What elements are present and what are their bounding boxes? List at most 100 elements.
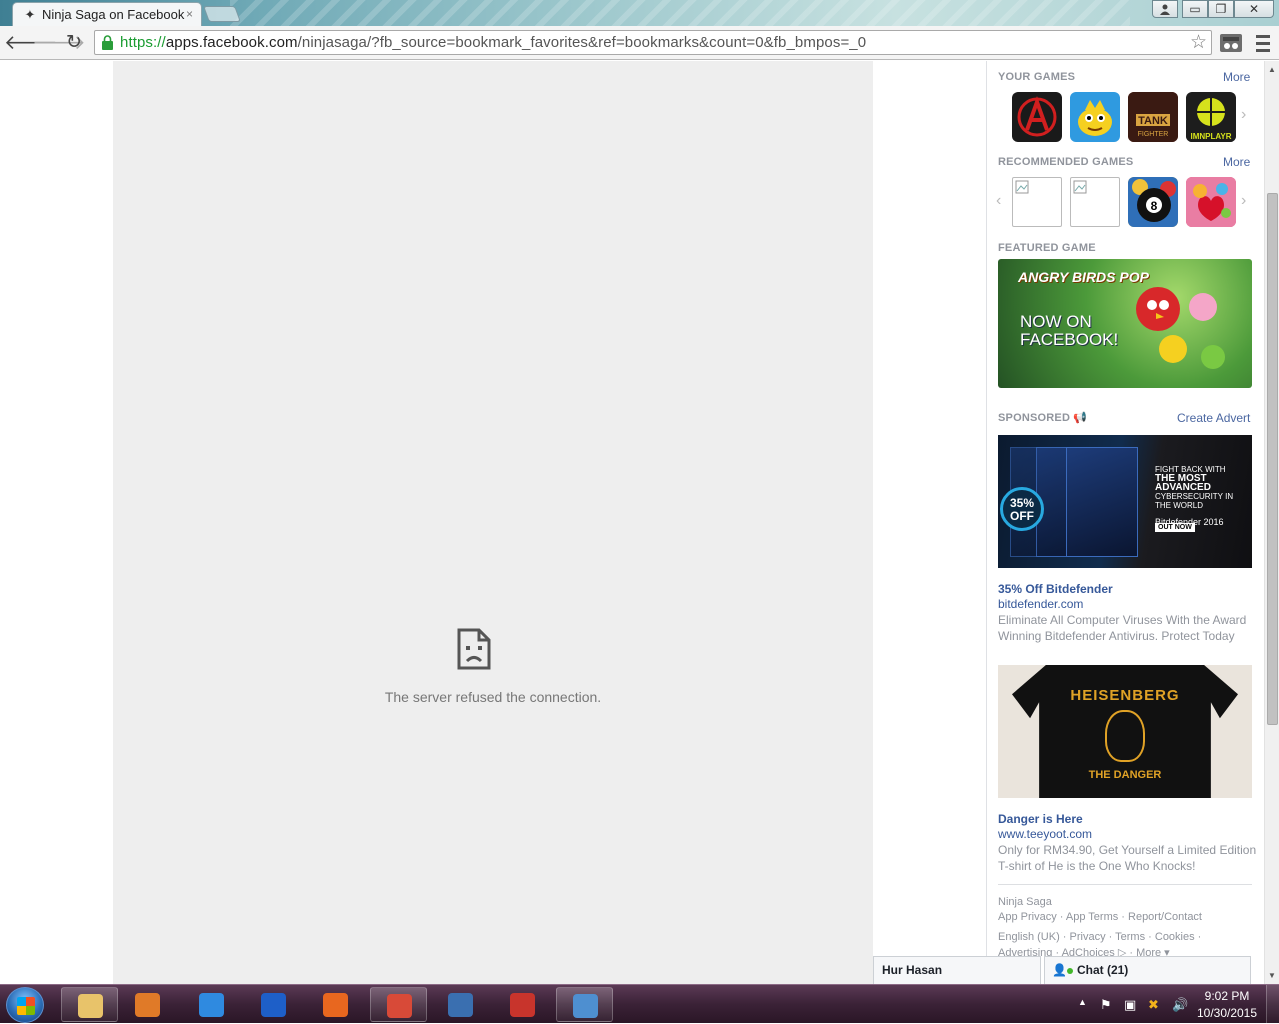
featured-game-banner[interactable]: ANGRY BIRDS POP NOW ON FACEBOOK! [998,259,1252,388]
angry-birds-icon [1136,287,1225,369]
tank-fighter-icon: TANK FIGHTER [1128,92,1178,142]
bookmark-star-icon[interactable]: ☆ [1190,31,1207,54]
taskbar-app-button[interactable] [183,987,240,1022]
footer-app-name[interactable]: Ninja Saga [998,896,1052,908]
chevron-left-icon[interactable]: ‹ [996,192,1001,210]
taskbar-app-button[interactable] [119,987,176,1022]
sponsored-heading: SPONSORED 📢 [998,412,1088,424]
clock-time[interactable]: 9:02 PM [1196,989,1258,1003]
game-tile-tank-fighter[interactable]: TANK FIGHTER [1128,92,1178,142]
chrome-icon [387,994,412,1018]
volume-icon[interactable]: 🔊 [1172,997,1188,1013]
media-player-icon [135,993,160,1017]
scrollbar-thumb[interactable] [1267,193,1278,725]
svg-text:IMNPLAYR: IMNPLAYR [1190,132,1231,141]
broken-image-icon [1073,180,1087,194]
game-tile-imnplayr[interactable]: IMNPLAYR [1186,92,1236,142]
scroll-down-icon[interactable]: ▼ [1268,971,1276,980]
tab-ninja-saga[interactable]: ✦ Ninja Saga on Facebook × [12,2,202,26]
error-message: The server refused the connection. [384,689,602,705]
close-window-button[interactable]: ✕ [1234,0,1274,18]
maxthon-icon [261,993,286,1017]
windows-explorer-icon [78,994,103,1018]
address-bar[interactable]: https://apps.facebook.com/ninjasaga/?fb_… [94,30,1212,55]
game-tile-candy-crush[interactable] [1186,177,1236,227]
ad2-domain[interactable]: www.teeyoot.com [998,827,1092,841]
taskbar-app-button[interactable] [307,987,364,1022]
ad1-title[interactable]: 35% Off Bitdefender [998,582,1113,596]
page-scrollbar[interactable]: ▲ ▼ [1264,61,1279,984]
footer-links-1[interactable]: App Privacy · App Terms · Report/Contact [998,911,1202,923]
game-tile-8-ball-pool[interactable]: 8 [1128,177,1178,227]
chat-tab-hur-hasan[interactable]: Hur Hasan [873,956,1041,984]
taskbar-app-button[interactable] [370,987,427,1022]
browser-titlebar: ✦ Ninja Saga on Facebook × ▭ ❐ ✕ [0,0,1279,26]
network-icon[interactable]: ▣ [1124,997,1136,1013]
url-host: apps.facebook.com [165,34,298,51]
minimize-button[interactable]: ▭ [1182,0,1208,18]
ad1-description: Eliminate All Computer Viruses With the … [998,613,1247,643]
ad2-headline: HEISENBERG [1070,687,1180,704]
reload-icon: ↻ [66,32,82,53]
extension-button[interactable] [1218,32,1244,54]
windows-logo-icon [17,997,35,1015]
show-hidden-icons-icon[interactable]: ▲ [1078,997,1087,1007]
taskbar-app-button[interactable] [61,987,118,1022]
page-viewport: The server refused the connection. YOUR … [0,61,1279,984]
chat-sidebar-toggle[interactable]: 👤 Chat (21) [1044,956,1251,984]
chevron-right-icon[interactable]: › [1241,192,1246,210]
footer-links-2[interactable]: English (UK) · Privacy · Terms · Cookies… [998,931,1201,943]
bitdefender-ad-image[interactable]: 35% OFF FIGHT BACK WITH THE MOST ADVANCE… [998,435,1252,568]
chevron-right-icon[interactable]: › [1241,106,1246,124]
game-tile-recommended-1[interactable] [1012,177,1062,227]
ad1-cta: OUT NOW [1155,523,1195,532]
firefox-icon [323,993,348,1017]
show-desktop-button[interactable] [1266,985,1279,1024]
scroll-up-icon[interactable]: ▲ [1268,65,1276,74]
megaphone-icon: 📢 [1073,412,1088,424]
clock-date[interactable]: 10/30/2015 [1196,1006,1258,1020]
tray-app-icon[interactable]: ✖ [1148,997,1159,1013]
chrome-menu-button[interactable] [1253,31,1273,55]
ad2-title[interactable]: Danger is Here [998,812,1083,826]
reload-button[interactable]: ↻ [62,31,86,55]
url-text: https://apps.facebook.com/ninjasaga/?fb_… [120,34,866,51]
minimize-icon: ▭ [1189,2,1201,16]
game-tile-monster[interactable] [1070,92,1120,142]
ad1-domain[interactable]: bitdefender.com [998,597,1083,611]
broken-image-icon [1015,180,1029,194]
svg-text:TANK: TANK [1138,115,1168,127]
taskbar-app-button[interactable] [494,987,551,1022]
recommended-games-more-link[interactable]: More [1223,155,1250,169]
maximize-button[interactable]: ❐ [1208,0,1234,18]
forward-button[interactable]: 🡒 [32,31,86,55]
avengers-icon [1017,96,1057,137]
restore-icon: ❐ [1215,2,1227,16]
your-games-heading: YOUR GAMES [998,71,1076,83]
profile-button[interactable] [1152,0,1178,18]
your-games-more-link[interactable]: More [1223,70,1250,84]
game-app-frame: The server refused the connection. [113,61,873,984]
heisenberg-shirt-ad-image[interactable]: HEISENBERG THE DANGER [998,665,1252,798]
game-tile-recommended-2[interactable] [1070,177,1120,227]
back-button[interactable]: 🡐 [4,31,58,55]
ninja-saga-favicon-icon: ✦ [24,7,36,22]
browser-toolbar: 🡐 🡒 ↻ https://apps.facebook.com/ninjasag… [0,26,1279,60]
start-button[interactable] [6,987,44,1023]
taskbar-app-button[interactable] [556,987,613,1022]
sad-page-icon [457,628,491,670]
facebook-right-column: YOUR GAMES More TANK FIGHTER IMNPLAYR › R… [986,61,1264,984]
tab-close-icon[interactable]: × [186,7,193,21]
action-center-flag-icon[interactable]: ⚑ [1100,997,1112,1013]
featured-game-heading: FEATURED GAME [998,242,1096,254]
taskbar-app-button[interactable] [432,987,489,1022]
footer-divider [998,884,1252,885]
new-tab-button[interactable] [203,6,241,22]
create-advert-link[interactable]: Create Advert [1177,411,1250,425]
svg-text:8: 8 [1151,199,1158,213]
imnplayr-icon: IMNPLAYR [1186,98,1236,142]
incognito-extension-icon [1220,34,1242,52]
taskbar-app-button[interactable] [245,987,302,1022]
game-tile-avengers[interactable] [1012,92,1062,142]
ad2-subline: THE DANGER [1088,769,1162,781]
